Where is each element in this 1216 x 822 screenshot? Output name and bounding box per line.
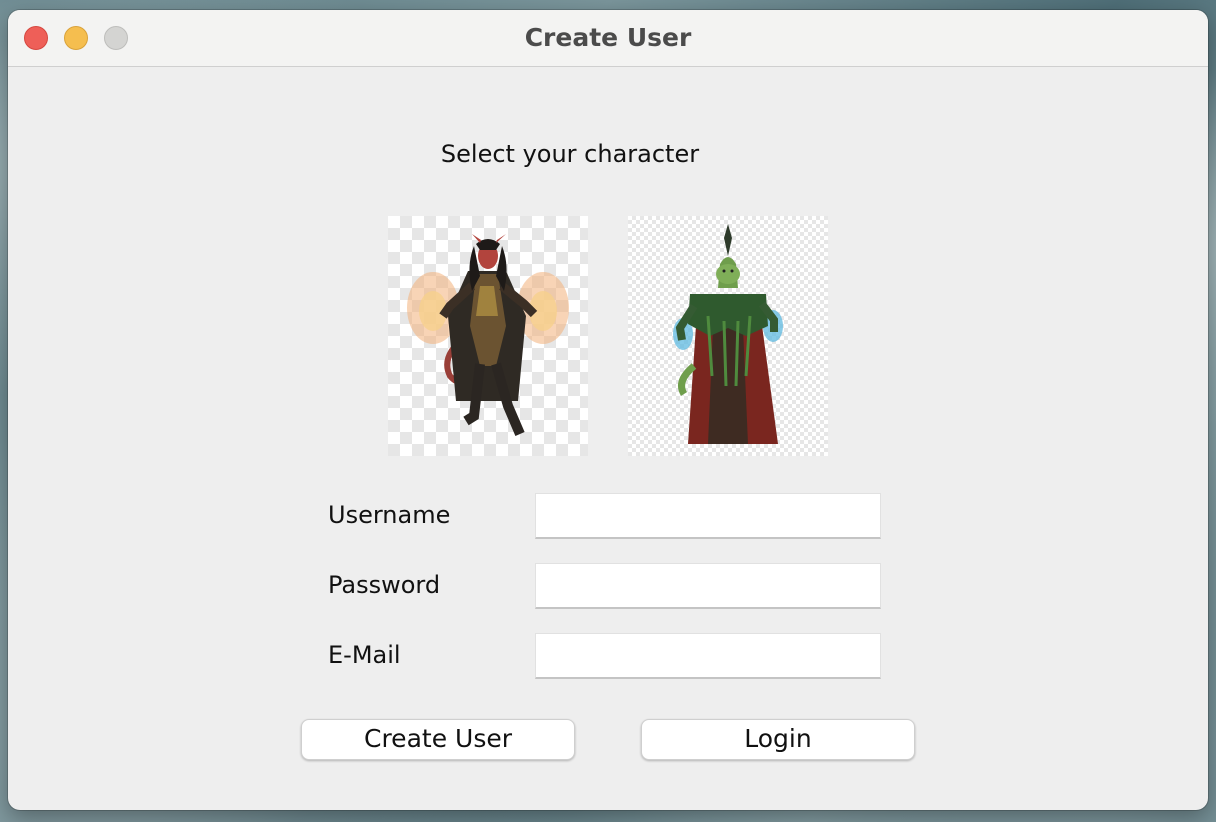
email-input[interactable] <box>535 633 881 679</box>
character-option-lizardfolk[interactable] <box>628 216 828 456</box>
create-user-button[interactable]: Create User <box>301 719 575 760</box>
window-title: Create User <box>524 23 692 52</box>
username-label: Username <box>328 501 451 529</box>
title-bar: Create User <box>8 10 1208 67</box>
create-user-window: Create User Select your character Userna… <box>8 10 1208 810</box>
character-option-tiefling[interactable] <box>388 216 588 456</box>
tiefling-sorcerer-icon <box>407 234 569 436</box>
character-select-prompt: Select your character <box>440 140 700 168</box>
password-label: Password <box>328 571 441 599</box>
email-label: E-Mail <box>328 641 401 669</box>
username-input[interactable] <box>535 493 881 539</box>
password-input[interactable] <box>535 563 881 609</box>
lizardfolk-mage-icon <box>673 224 783 444</box>
login-button[interactable]: Login <box>641 719 915 760</box>
